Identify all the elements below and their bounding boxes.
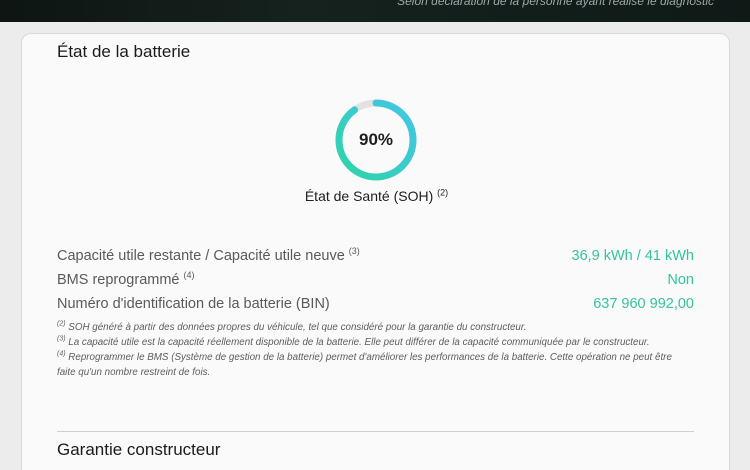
bin-row: Numéro d'identification de la batterie (…	[57, 294, 694, 314]
bms-label: BMS reprogrammé (4)	[57, 270, 195, 288]
bms-value: Non	[667, 272, 694, 288]
footnote: (3) La capacité utile est la capacité ré…	[57, 335, 687, 350]
footnote-text: SOH généré à partir des données propres …	[68, 322, 527, 333]
footnote: (2) SOH généré à partir des données prop…	[57, 320, 687, 335]
section-divider	[57, 431, 694, 432]
capacity-value: 36,9 kWh / 41 kWh	[571, 248, 695, 264]
bms-note-ref: (4)	[183, 270, 195, 281]
top-banner: Selon déclaration de la personne ayant r…	[0, 0, 750, 22]
soh-value: 90%	[358, 130, 394, 149]
capacity-row: Capacité utile restante / Capacité utile…	[57, 246, 694, 266]
soh-gauge: 90%	[333, 97, 419, 183]
bms-label-text: BMS reprogrammé	[57, 272, 180, 288]
warranty-section-title: Garantie constructeur	[57, 440, 221, 459]
footnote: (4) Reprogrammer le BMS (Système de gest…	[57, 350, 687, 380]
bin-label: Numéro d'identification de la batterie (…	[57, 296, 330, 312]
capacity-label-text: Capacité utile restante / Capacité utile…	[57, 248, 345, 264]
footnote-ref: (3)	[57, 335, 66, 343]
battery-section-title: État de la batterie	[57, 42, 191, 61]
banner-text: Selon déclaration de la personne ayant r…	[397, 0, 714, 8]
footnote-ref: (2)	[57, 320, 66, 328]
soh-label: État de Santé (SOH) (2)	[22, 188, 731, 204]
capacity-label: Capacité utile restante / Capacité utile…	[57, 246, 360, 264]
footnotes: (2) SOH généré à partir des données prop…	[57, 320, 687, 380]
soh-label-text: État de Santé (SOH)	[304, 188, 434, 204]
footnote-text: La capacité utile est la capacité réelle…	[68, 337, 650, 348]
battery-card: État de la batterie 90% État de Santé (S…	[21, 33, 730, 470]
bms-row: BMS reprogrammé (4) Non	[57, 270, 694, 290]
capacity-note-ref: (3)	[348, 246, 360, 257]
footnote-text: Reprogrammer le BMS (Système de gestion …	[57, 352, 672, 378]
soh-note-ref: (2)	[437, 187, 449, 198]
footnote-ref: (4)	[57, 350, 66, 358]
bin-value: 637 960 992,00	[593, 296, 694, 312]
